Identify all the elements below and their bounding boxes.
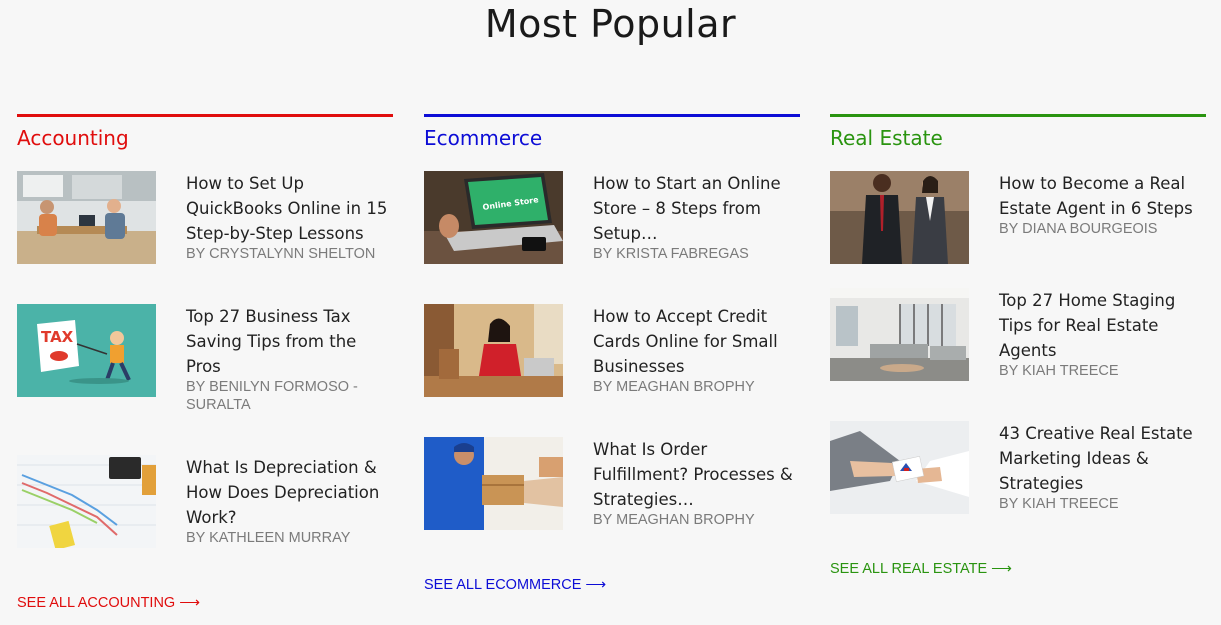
- article-author: BY KIAH TREECE: [999, 496, 1119, 512]
- office-meeting-photo: [17, 171, 156, 264]
- article-thumbnail[interactable]: TAX: [17, 304, 156, 397]
- column-divider: [830, 114, 1206, 117]
- article-card: 43 Creative Real Estate Marketing Ideas …: [830, 421, 1206, 514]
- article-card: TAX Top 27 Business Tax Saving Tips from…: [17, 304, 393, 413]
- article-thumbnail[interactable]: [17, 171, 156, 264]
- article-text: 43 Creative Real Estate Marketing Ideas …: [999, 421, 1209, 513]
- article-card: Online Store How to Start an Online Stor…: [424, 171, 800, 264]
- article-title[interactable]: Top 27 Business Tax Saving Tips from the…: [186, 304, 396, 379]
- article-author: BY DIANA BOURGEOIS: [999, 221, 1158, 237]
- article-card: How to Become a Real Estate Agent in 6 S…: [830, 171, 1206, 264]
- article-title[interactable]: 43 Creative Real Estate Marketing Ideas …: [999, 421, 1209, 496]
- living-room-photo: [830, 288, 969, 381]
- article-author: BY KIAH TREECE: [999, 363, 1119, 379]
- article-text: How to Start an Online Store – 8 Steps f…: [593, 171, 803, 263]
- column-title-ecommerce[interactable]: Ecommerce: [424, 125, 800, 151]
- article-author: BY MEAGHAN BROPHY: [593, 379, 755, 395]
- article-text: How to Become a Real Estate Agent in 6 S…: [999, 171, 1209, 238]
- article-title[interactable]: Top 27 Home Staging Tips for Real Estate…: [999, 288, 1209, 363]
- article-title[interactable]: What Is Order Fulfillment? Processes & S…: [593, 437, 803, 512]
- column-title-real-estate[interactable]: Real Estate: [830, 125, 1206, 151]
- article-thumbnail[interactable]: Online Store: [424, 171, 563, 264]
- column-divider: [424, 114, 800, 117]
- agents-walking-photo: [830, 171, 969, 264]
- article-text: What Is Order Fulfillment? Processes & S…: [593, 437, 803, 529]
- article-thumbnail[interactable]: [424, 304, 563, 397]
- article-thumbnail[interactable]: [830, 171, 969, 264]
- real-estate-column: Real Estate How to Become a Real Estate …: [830, 114, 1206, 584]
- chart-calculator-photo: [17, 455, 156, 548]
- article-text: What Is Depreciation & How Does Deprecia…: [186, 455, 396, 547]
- see-all-accounting-link[interactable]: SEE ALL ACCOUNTING ⟶: [17, 595, 200, 611]
- tax-cartoon-illustration: TAX: [17, 304, 156, 397]
- page-title: Most Popular: [484, 2, 737, 46]
- see-all-ecommerce-link[interactable]: SEE ALL ECOMMERCE ⟶: [424, 577, 606, 593]
- article-thumbnail[interactable]: [830, 421, 969, 514]
- article-title[interactable]: How to Start an Online Store – 8 Steps f…: [593, 171, 803, 246]
- article-card: What Is Order Fulfillment? Processes & S…: [424, 437, 800, 530]
- article-thumbnail[interactable]: [830, 288, 969, 381]
- woman-credit-card-photo: [424, 304, 563, 397]
- article-text: Top 27 Home Staging Tips for Real Estate…: [999, 288, 1209, 380]
- article-text: Top 27 Business Tax Saving Tips from the…: [186, 304, 396, 414]
- article-author: BY KRISTA FABREGAS: [593, 246, 749, 262]
- article-author: BY KATHLEEN MURRAY: [186, 530, 351, 546]
- column-divider: [17, 114, 393, 117]
- article-thumbnail[interactable]: [424, 437, 563, 530]
- see-all-real-estate-link[interactable]: SEE ALL REAL ESTATE ⟶: [830, 561, 1012, 577]
- article-title[interactable]: What Is Depreciation & How Does Deprecia…: [186, 455, 396, 530]
- article-card: How to Set Up QuickBooks Online in 15 St…: [17, 171, 393, 264]
- business-card-photo: [830, 421, 969, 514]
- svg-text:TAX: TAX: [41, 328, 74, 346]
- article-card: Top 27 Home Staging Tips for Real Estate…: [830, 288, 1206, 381]
- ecommerce-column: Ecommerce Online Store How to Start an O…: [424, 114, 800, 604]
- article-text: How to Set Up QuickBooks Online in 15 St…: [186, 171, 396, 263]
- column-title-accounting[interactable]: Accounting: [17, 125, 393, 151]
- article-author: BY BENILYN FORMOSO - SURALTA: [186, 379, 358, 413]
- article-author: BY CRYSTALYNN SHELTON: [186, 246, 376, 262]
- article-card: How to Accept Credit Cards Online for Sm…: [424, 304, 800, 397]
- article-card: What Is Depreciation & How Does Deprecia…: [17, 455, 393, 548]
- article-thumbnail[interactable]: [17, 455, 156, 548]
- laptop-online-store-photo: Online Store: [424, 171, 563, 264]
- article-author: BY MEAGHAN BROPHY: [593, 512, 755, 528]
- package-delivery-photo: [424, 437, 563, 530]
- article-text: How to Accept Credit Cards Online for Sm…: [593, 304, 803, 396]
- article-title[interactable]: How to Set Up QuickBooks Online in 15 St…: [186, 171, 396, 246]
- article-title[interactable]: How to Accept Credit Cards Online for Sm…: [593, 304, 803, 379]
- accounting-column: Accounting How to Set Up QuickBooks Onli…: [17, 114, 393, 614]
- article-title[interactable]: How to Become a Real Estate Agent in 6 S…: [999, 171, 1209, 221]
